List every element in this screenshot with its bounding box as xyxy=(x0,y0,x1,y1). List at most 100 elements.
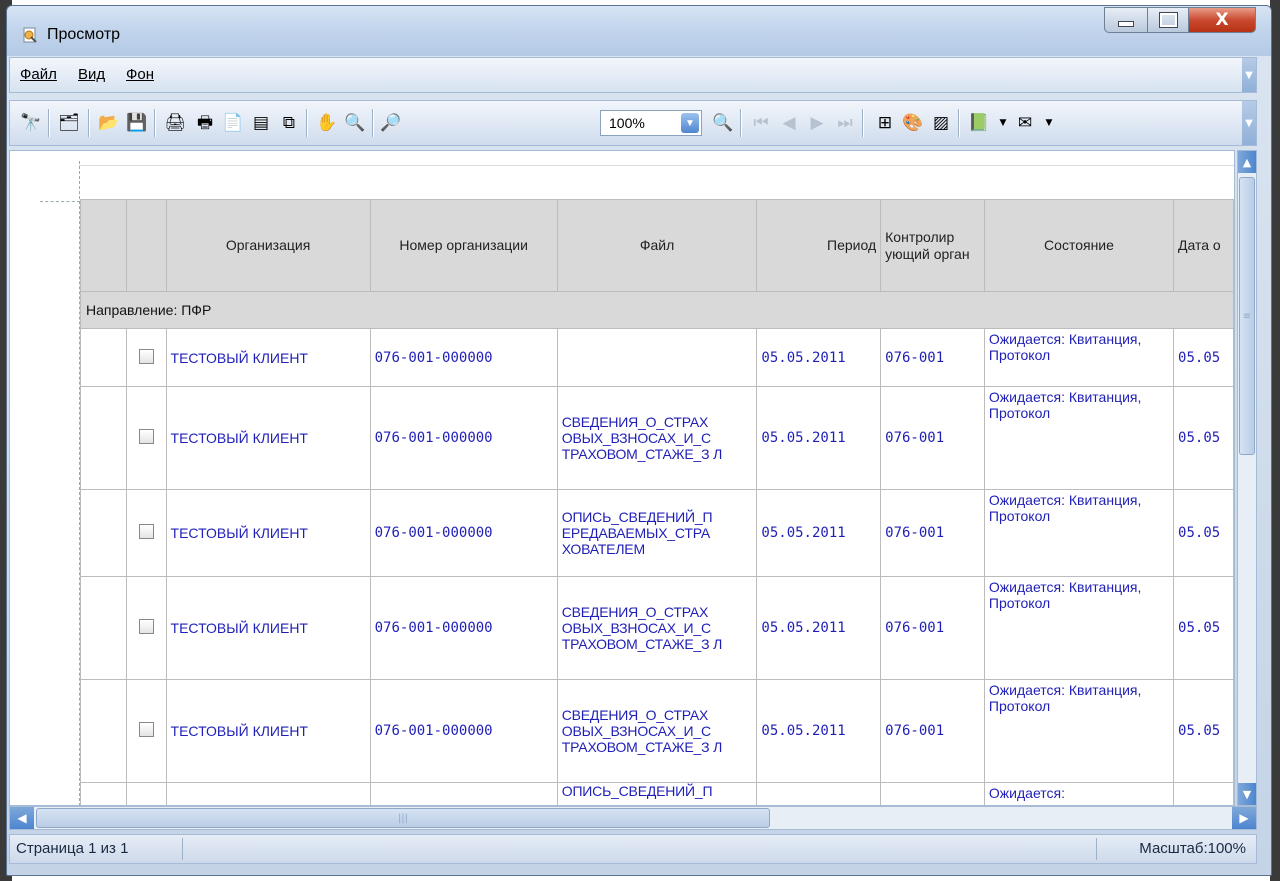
watermark-icon[interactable]: ▨ xyxy=(930,112,952,134)
cell-number: 076-001-000000 xyxy=(369,328,558,387)
table-row[interactable]: ОПИСЬ_СВЕДЕНИЙ_П Ожидается: xyxy=(80,782,1234,805)
row-checkbox[interactable] xyxy=(125,576,167,680)
menu-bar: Файл Вид Фон ▼ xyxy=(9,57,1257,93)
tree-icon[interactable]: 🗂 xyxy=(58,112,80,134)
hand-icon[interactable]: ✋ xyxy=(316,112,338,134)
save-icon[interactable]: 💾 xyxy=(126,112,148,134)
minimize-button[interactable] xyxy=(1104,7,1148,33)
row-checkbox[interactable] xyxy=(125,328,167,387)
table-row[interactable]: ТЕСТОВЫЙ КЛИЕНТ 076-001-000000 СВЕДЕНИЯ_… xyxy=(80,576,1234,680)
cell-date: 05.05 xyxy=(1173,386,1234,490)
maximize-icon xyxy=(1158,12,1178,28)
prev-page-icon[interactable]: ◀ xyxy=(778,112,800,134)
multipage-icon[interactable]: ⊞ xyxy=(874,112,896,134)
export-dropdown-icon[interactable]: ▼ xyxy=(992,112,1014,134)
row-checkbox[interactable] xyxy=(125,386,167,490)
checkbox[interactable] xyxy=(138,348,154,364)
cell-file: ОПИСЬ_СВЕДЕНИЙ_П xyxy=(556,782,758,805)
toolbar-separator xyxy=(372,109,374,137)
cell-org: ТЕСТОВЫЙ КЛИЕНТ xyxy=(165,386,371,490)
header-organization[interactable]: Организация xyxy=(165,199,371,292)
cell-number: 076-001-000000 xyxy=(369,386,558,490)
cell-state: Ожидается: Квитанция, Протокол xyxy=(983,679,1175,783)
scroll-up-icon[interactable]: ▲ xyxy=(1238,151,1256,173)
menu-overflow-chevron-icon[interactable]: ▼ xyxy=(1242,58,1256,92)
header-period[interactable]: Период xyxy=(756,199,882,292)
vertical-scroll-thumb[interactable]: ≡ xyxy=(1239,177,1255,455)
app-icon xyxy=(23,27,37,43)
window-title: Просмотр xyxy=(47,26,121,43)
color-icon[interactable]: 🎨 xyxy=(902,112,924,134)
last-page-icon[interactable]: ⏭ xyxy=(834,112,856,134)
cell-period: 05.05.2011 xyxy=(756,386,882,490)
close-button[interactable]: X xyxy=(1188,7,1256,33)
checkbox[interactable] xyxy=(138,722,154,737)
menu-view[interactable]: Вид xyxy=(78,66,105,83)
header-state[interactable]: Состояние xyxy=(983,199,1175,292)
cell-body: 076-001 xyxy=(880,489,985,577)
open-icon[interactable]: 📂 xyxy=(98,112,120,134)
toolbar-overflow-chevron-icon[interactable]: ▼ xyxy=(1242,101,1256,145)
cell-body: 076-001 xyxy=(880,386,985,490)
chevron-down-icon[interactable]: ▼ xyxy=(681,113,699,133)
row-checkbox[interactable] xyxy=(125,489,167,577)
toolbar-separator xyxy=(740,109,742,137)
page-margin-guide xyxy=(40,201,80,202)
toolbar-separator xyxy=(958,109,960,137)
cell-number xyxy=(369,782,558,805)
row-checkbox[interactable] xyxy=(125,679,167,783)
print-dialog-icon[interactable]: 📄 xyxy=(222,112,244,134)
row-checkbox[interactable] xyxy=(125,782,167,805)
cell-file: СВЕДЕНИЯ_О_СТРАХ ОВЫХ_ВЗНОСАХ_И_С ТРАХОВ… xyxy=(556,386,758,490)
scroll-left-icon[interactable]: ◀ xyxy=(10,807,34,829)
header-date[interactable]: Дата о xyxy=(1173,199,1234,292)
header-org-number[interactable]: Номер организации xyxy=(369,199,558,292)
preview-window: Просмотр X Файл Вид Фон ▼ 🔭 🗂 📂 💾 🖨 🖶 📄 … xyxy=(6,5,1272,876)
status-separator xyxy=(182,838,183,860)
page-setup-icon[interactable]: 🖨 xyxy=(164,112,186,134)
toolbar-separator xyxy=(862,109,864,137)
status-page: Страница 1 из 1 xyxy=(16,840,129,857)
horizontal-scrollbar[interactable]: ◀ ||| ▶ xyxy=(9,806,1257,830)
cell-body: 076-001 xyxy=(880,679,985,783)
scale-icon[interactable]: ⧉ xyxy=(278,112,300,134)
menu-background[interactable]: Фон xyxy=(126,66,154,83)
status-bar: Страница 1 из 1 Масштаб:100% xyxy=(9,834,1257,864)
scroll-down-icon[interactable]: ▼ xyxy=(1238,783,1256,805)
scroll-right-icon[interactable]: ▶ xyxy=(1232,807,1256,829)
minimize-icon xyxy=(1118,21,1134,27)
page-layout-icon[interactable]: ▤ xyxy=(250,112,272,134)
zoom-out-icon[interactable]: 🔎 xyxy=(380,112,402,134)
next-page-icon[interactable]: ▶ xyxy=(806,112,828,134)
maximize-button[interactable] xyxy=(1147,7,1189,33)
first-page-icon[interactable]: ⏮ xyxy=(750,112,772,134)
cell-date: 05.05 xyxy=(1173,576,1234,680)
table-row[interactable]: ТЕСТОВЫЙ КЛИЕНТ 076-001-000000 СВЕДЕНИЯ_… xyxy=(80,679,1234,783)
group-row: Направление: ПФР xyxy=(80,291,1234,329)
table-row[interactable]: ТЕСТОВЫЙ КЛИЕНТ 076-001-000000 СВЕДЕНИЯ_… xyxy=(80,386,1234,490)
toolbar-separator xyxy=(88,109,90,137)
checkbox[interactable] xyxy=(138,524,154,539)
find-icon[interactable]: 🔭 xyxy=(20,112,42,134)
cell-org: ТЕСТОВЫЙ КЛИЕНТ xyxy=(165,679,371,783)
header-file[interactable]: Файл xyxy=(556,199,758,292)
print-icon[interactable]: 🖶 xyxy=(194,112,216,134)
menu-file[interactable]: Файл xyxy=(20,66,57,83)
cell-period xyxy=(756,782,882,805)
zoom-in-icon[interactable]: 🔍 xyxy=(712,112,734,134)
email-icon[interactable]: ✉ xyxy=(1014,112,1036,134)
table-row[interactable]: ТЕСТОВЫЙ КЛИЕНТ 076-001-000000 ОПИСЬ_СВЕ… xyxy=(80,489,1234,577)
table-row[interactable]: ТЕСТОВЫЙ КЛИЕНТ 076-001-000000 05.05.201… xyxy=(80,328,1234,387)
checkbox[interactable] xyxy=(138,619,154,634)
email-dropdown-icon[interactable]: ▼ xyxy=(1038,112,1060,134)
export-icon[interactable]: 📗 xyxy=(968,112,990,134)
cell-number: 076-001-000000 xyxy=(369,489,558,577)
vertical-scrollbar[interactable]: ▲ ≡ ▼ xyxy=(1237,150,1257,806)
cell-period: 05.05.2011 xyxy=(756,679,882,783)
checkbox[interactable] xyxy=(138,429,154,444)
zoom-select[interactable]: 100% ▼ xyxy=(600,110,702,136)
header-control-body[interactable]: Контролир ующий орган xyxy=(880,199,985,292)
cell-date xyxy=(1173,782,1234,805)
magnifier-icon[interactable]: 🔍 xyxy=(344,112,366,134)
horizontal-scroll-thumb[interactable]: ||| xyxy=(36,808,770,828)
